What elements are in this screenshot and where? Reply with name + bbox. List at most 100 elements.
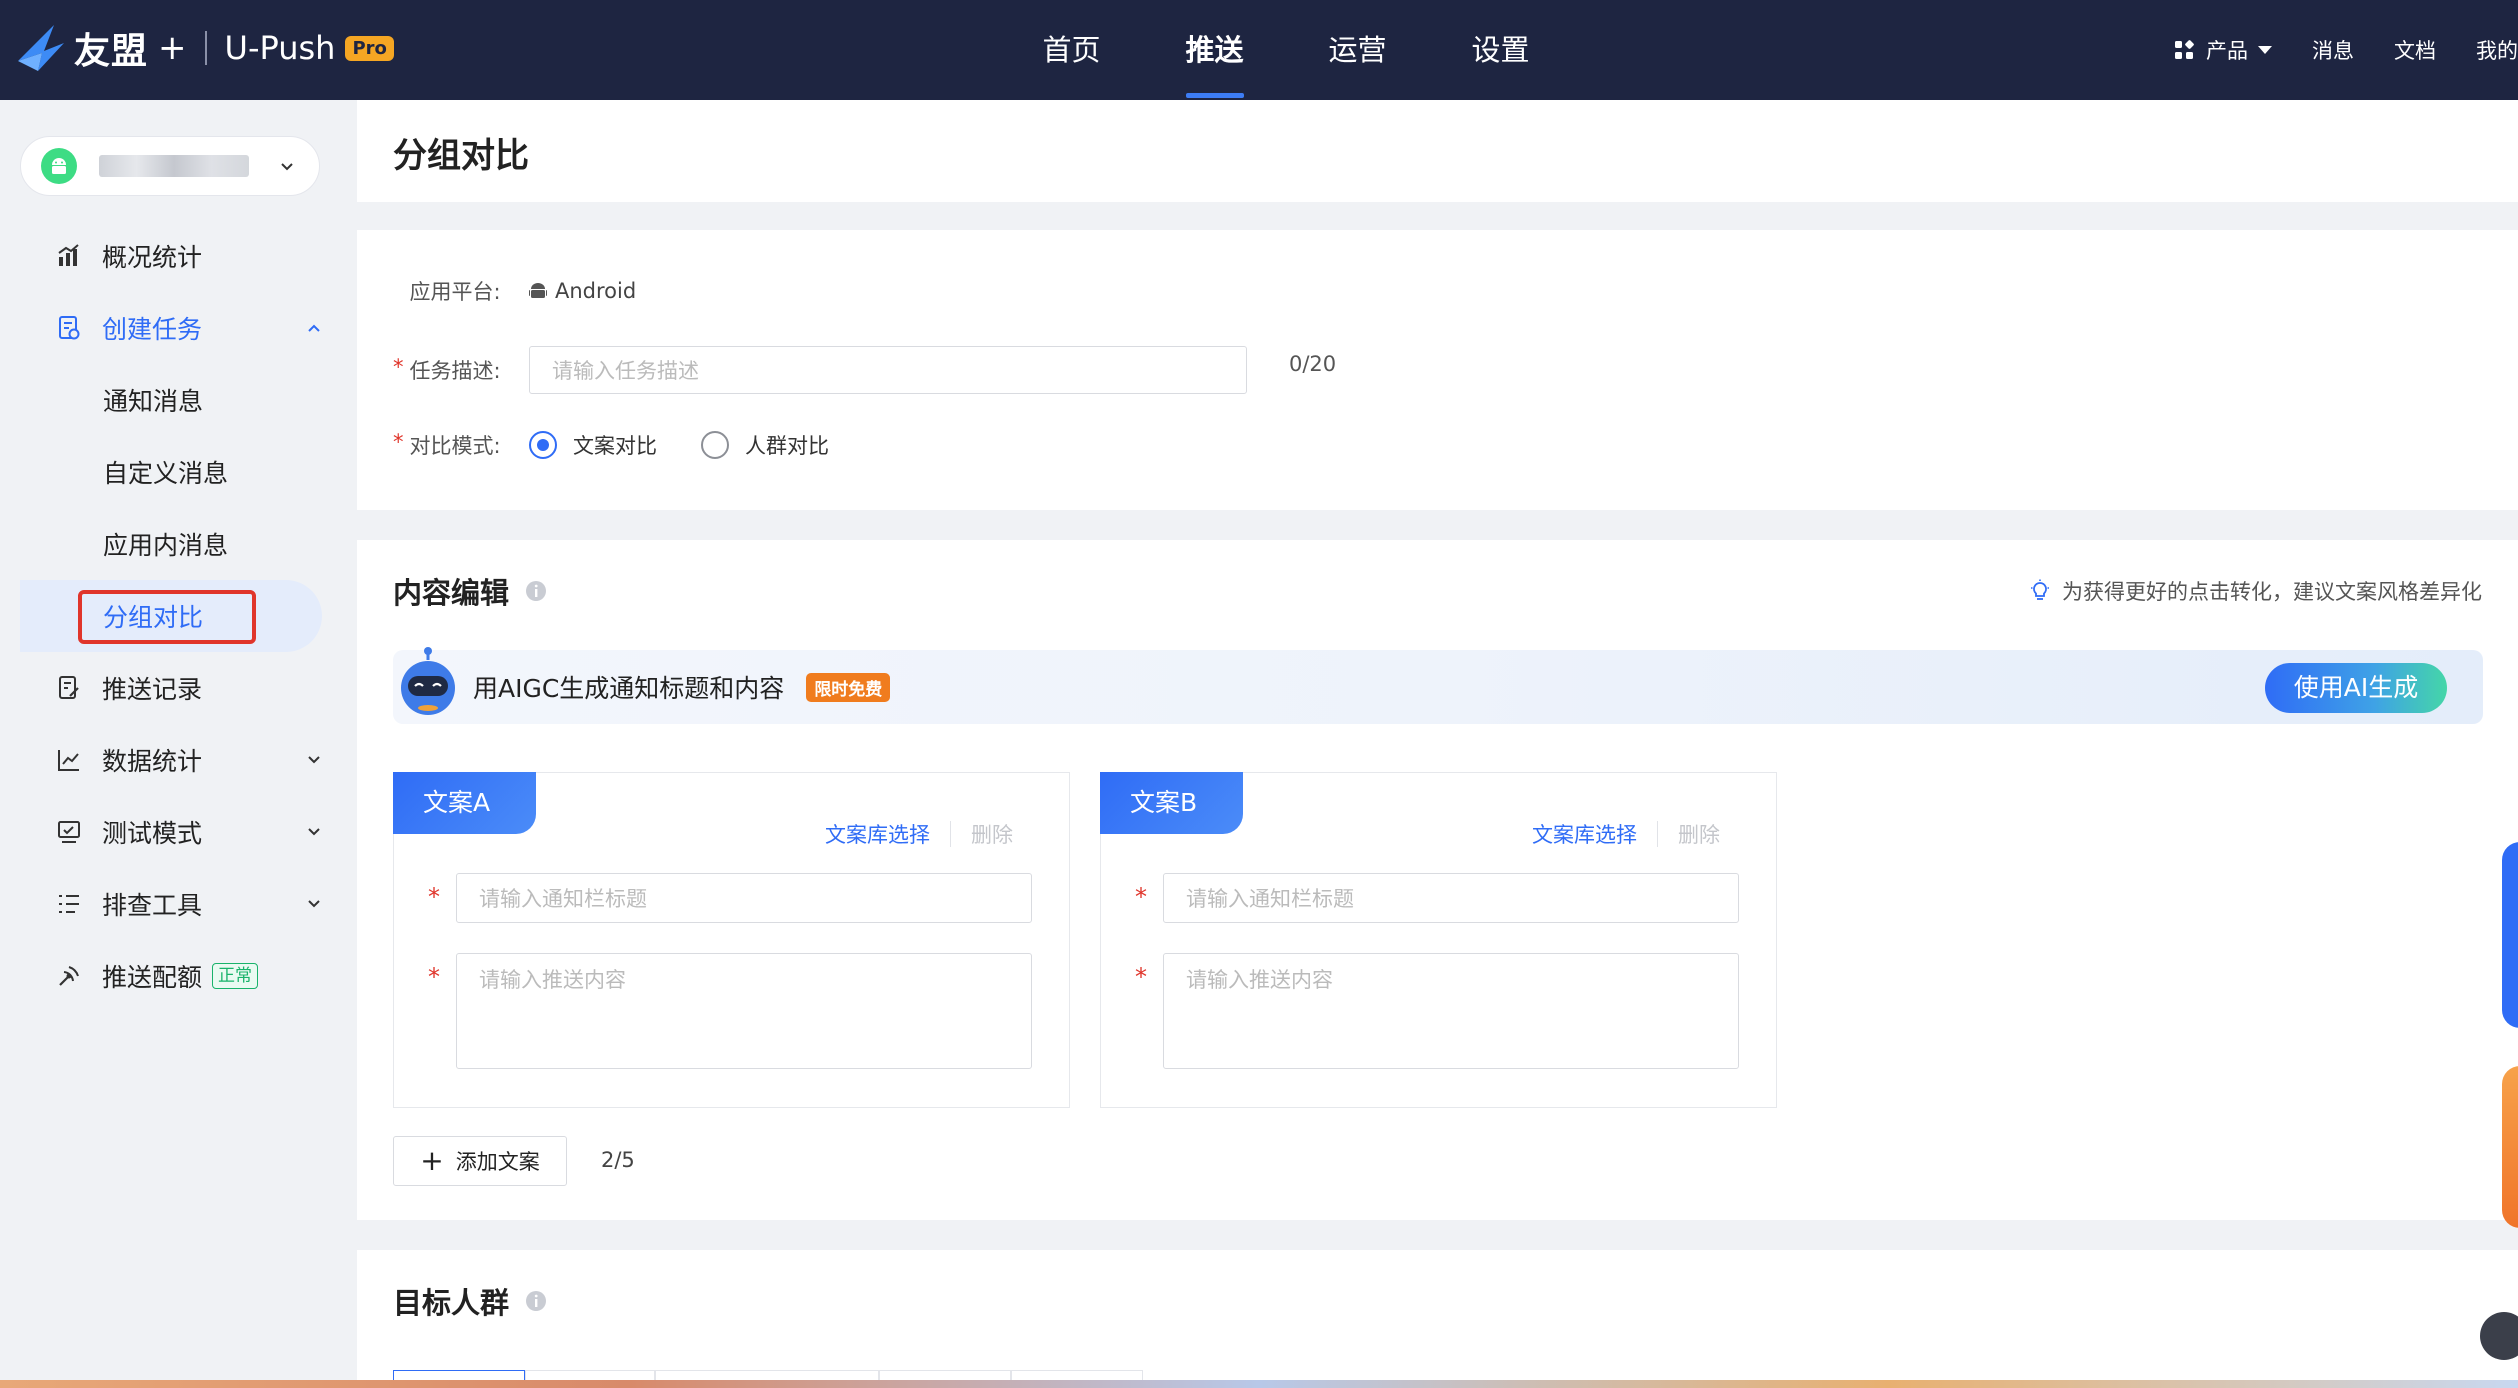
line-chart-icon	[58, 750, 79, 771]
main-nav: 首页 推送 运营 设置	[1000, 0, 1572, 100]
lightbulb-icon	[2031, 579, 2049, 600]
sidebar-item-test-mode[interactable]: 测试模式	[0, 796, 356, 868]
pro-badge: Pro	[345, 35, 394, 61]
chevron-down-icon	[308, 756, 320, 764]
copy-tab-b[interactable]: 文案B	[1100, 772, 1243, 834]
docs-link[interactable]: 文档	[2394, 35, 2436, 65]
info-icon[interactable]	[525, 580, 547, 602]
nav-operation[interactable]: 运营	[1286, 0, 1429, 100]
record-icon	[59, 676, 79, 699]
divider	[950, 821, 951, 847]
delete-link[interactable]: 删除	[971, 819, 1013, 849]
add-copy-button[interactable]: + 添加文案	[393, 1136, 567, 1186]
bottom-strip	[0, 1380, 2518, 1388]
app-selector[interactable]	[20, 136, 320, 196]
list-icon	[59, 895, 79, 913]
sidebar-item-push-records[interactable]: 推送记录	[0, 652, 356, 724]
masked-app-name	[99, 155, 249, 177]
push-content-textarea[interactable]: 请输入推送内容	[1163, 953, 1739, 1069]
satellite-icon	[59, 966, 79, 986]
chevron-down-icon	[308, 828, 320, 836]
delete-link[interactable]: 删除	[1678, 819, 1720, 849]
highlight-annotation	[78, 590, 256, 644]
required-mark: *	[1135, 883, 1147, 911]
sidebar-menu: 概况统计 创建任务 通知消息 自定义消息 应用内消息 分组对比 推送记录 数据统…	[0, 220, 356, 1012]
platform-value: Android	[529, 279, 636, 303]
radio-audience-compare[interactable]: 人群对比	[701, 430, 829, 460]
required-mark: *	[428, 963, 440, 991]
copy-tab-a[interactable]: 文案A	[393, 772, 536, 834]
android-icon	[41, 148, 77, 184]
radio-copy-compare[interactable]: 文案对比	[529, 430, 657, 460]
sidebar-item-label: 创建任务	[102, 315, 203, 344]
notification-title-input[interactable]: 请输入通知栏标题	[1163, 873, 1739, 923]
radio-checked-icon	[529, 431, 557, 459]
required-mark: *	[428, 883, 440, 911]
bird-logo-icon	[18, 25, 64, 71]
top-navbar: 友盟 + U-Push Pro 首页 推送 运营 设置 产品 消息 文档 我的	[0, 0, 2518, 100]
sidebar-item-overview[interactable]: 概况统计	[0, 220, 356, 292]
sidebar-item-label: 推送记录	[102, 675, 203, 704]
sidebar-item-create-task[interactable]: 创建任务	[0, 292, 356, 364]
floating-widget[interactable]	[2502, 842, 2518, 1028]
submenu-custom-message[interactable]: 自定义消息	[0, 436, 356, 508]
notification-title-input[interactable]: 请输入通知栏标题	[456, 873, 1032, 923]
chevron-down-icon	[308, 900, 320, 908]
robot-icon	[401, 647, 455, 715]
task-desc-input[interactable]: 请输入任务描述	[529, 346, 1247, 394]
copy-actions: 文案库选择 删除	[825, 819, 1013, 849]
basic-info-card: *应用平台: Android *任务描述: 请输入任务描述 0/20 *对比模式…	[357, 230, 2518, 510]
floating-widget[interactable]	[2502, 1066, 2518, 1228]
radio-unchecked-icon	[701, 431, 729, 459]
nav-settings[interactable]: 设置	[1429, 0, 1572, 100]
copy-actions: 文案库选择 删除	[1532, 819, 1720, 849]
sidebar-item-data-stats[interactable]: 数据统计	[0, 724, 356, 796]
products-menu[interactable]: 产品	[2174, 35, 2272, 65]
brand-name: 友盟	[74, 31, 149, 72]
page-title: 分组对比	[393, 136, 529, 176]
submenu-notification[interactable]: 通知消息	[0, 364, 356, 436]
caret-down-icon	[2258, 46, 2272, 54]
product-name: U-Push	[224, 29, 336, 67]
sidebar-item-push-quota[interactable]: 推送配额 正常	[0, 940, 356, 1012]
products-label: 产品	[2206, 39, 2248, 63]
nav-push[interactable]: 推送	[1143, 0, 1286, 100]
sidebar-item-label: 数据统计	[102, 747, 203, 776]
sidebar-item-label: 排查工具	[102, 891, 203, 920]
submenu-group-compare[interactable]: 分组对比	[20, 580, 322, 652]
aigc-banner: 用AIGC生成通知标题和内容 限时免费 使用AI生成	[393, 647, 2483, 724]
plus-icon: +	[420, 1144, 444, 1177]
target-audience-card: 目标人群	[357, 1250, 2518, 1388]
sidebar-item-label: 推送配额	[102, 963, 203, 992]
copy-library-link[interactable]: 文案库选择	[825, 819, 930, 849]
copy-count: 2/5	[601, 1148, 635, 1172]
aigc-text: 用AIGC生成通知标题和内容	[473, 674, 785, 703]
ai-generate-button[interactable]: 使用AI生成	[2265, 663, 2447, 713]
target-audience-title: 目标人群	[393, 1280, 547, 1322]
quota-status-badge: 正常	[212, 963, 259, 989]
compare-mode-row: * 对比模式: 文案对比 人群对比	[393, 430, 873, 460]
push-content-textarea[interactable]: 请输入推送内容	[456, 953, 1032, 1069]
submenu-in-app-message[interactable]: 应用内消息	[0, 508, 356, 580]
grid-icon	[2175, 40, 2194, 59]
platform-row: *应用平台: Android	[393, 276, 637, 306]
mine-link[interactable]: 我的	[2476, 35, 2518, 65]
nav-home[interactable]: 首页	[1000, 0, 1143, 100]
divider	[1657, 821, 1658, 847]
free-badge: 限时免费	[806, 672, 891, 702]
info-icon[interactable]	[525, 1290, 547, 1312]
platform-label: *应用平台:	[409, 280, 501, 304]
brand-logo[interactable]: 友盟 + U-Push Pro	[14, 18, 394, 78]
copy-library-link[interactable]: 文案库选择	[1532, 819, 1637, 849]
copy-card-b: 文案B 文案库选择 删除 * 请输入通知栏标题 * 请输入推送内容	[1100, 772, 1777, 1108]
task-desc-label: * 任务描述:	[393, 355, 501, 383]
task-desc-row: * 任务描述: 请输入任务描述 0/20	[393, 346, 1336, 394]
brand-plus: +	[158, 28, 187, 68]
page-header: 分组对比	[357, 100, 2518, 202]
right-nav: 产品 消息 文档 我的	[2134, 0, 2518, 100]
sidebar: 概况统计 创建任务 通知消息 自定义消息 应用内消息 分组对比 推送记录 数据统…	[0, 100, 356, 1388]
task-desc-counter: 0/20	[1289, 352, 1337, 376]
messages-link[interactable]: 消息	[2312, 35, 2354, 65]
sidebar-item-troubleshoot[interactable]: 排查工具	[0, 868, 356, 940]
task-icon	[59, 316, 80, 340]
